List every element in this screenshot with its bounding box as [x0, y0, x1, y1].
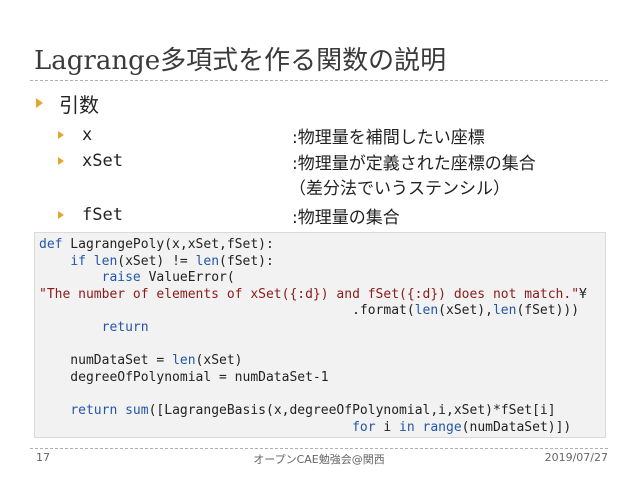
param-name: fSet — [82, 205, 123, 225]
bullet-arrow-icon — [58, 157, 64, 165]
code-line: if len(xSet) != len(fSet): — [70, 253, 274, 269]
param-name: x — [82, 125, 93, 145]
code-line: for i in range(numDataSet)]) — [352, 419, 572, 435]
param-name: xSet — [82, 151, 123, 171]
param-description: :物理量が定義された座標の集合 — [292, 153, 536, 174]
param-item-fset: fSet :物理量の集合 — [58, 201, 400, 229]
param-description: :物理量の集合 — [292, 207, 400, 228]
bullet-arrow-icon — [58, 131, 64, 139]
code-line: raise ValueError( — [101, 270, 235, 286]
param-item-xset: xSet :物理量が定義された座標の集合 — [58, 147, 536, 175]
code-line: numDataSet = len(xSet) — [39, 353, 243, 369]
code-block: def LagrangePoly(x,xSet,fSet): if len(xS… — [34, 232, 606, 438]
bullet-label: 引数 — [59, 92, 99, 117]
footer-event-name: オープンCAE勉強会@関西 — [253, 453, 385, 466]
bullet-arrow-icon — [58, 211, 64, 219]
code-line: return — [101, 319, 149, 335]
code-line: degreeOfPolynomial = numDataSet-1 — [39, 369, 329, 385]
title-divider — [30, 80, 608, 81]
code-line: "The number of elements of xSet({:d}) an… — [39, 286, 587, 302]
code-line: def LagrangePoly(x,xSet,fSet): — [39, 237, 274, 252]
slide-title: Lagrange多項式を作る関数の説明 — [34, 46, 447, 76]
code-line: .format(len(xSet),len(fSet))) — [39, 303, 580, 319]
param-description: :物理量を補間したい座標 — [292, 127, 485, 148]
param-description-continued: （差分法でいうステンシル） — [289, 179, 510, 199]
code-line: return sum([LagrangeBasis(x,degreeOfPoly… — [70, 402, 556, 418]
footer-divider — [30, 448, 608, 449]
code-listing: def LagrangePoly(x,xSet,fSet): if len(xS… — [35, 233, 605, 436]
param-item-x: x :物理量を補間したい座標 — [58, 121, 485, 149]
bullet-arrow-icon — [36, 98, 43, 108]
bullet-arguments: 引数 — [36, 88, 99, 118]
footer-date: 2019/07/27 — [544, 451, 608, 464]
